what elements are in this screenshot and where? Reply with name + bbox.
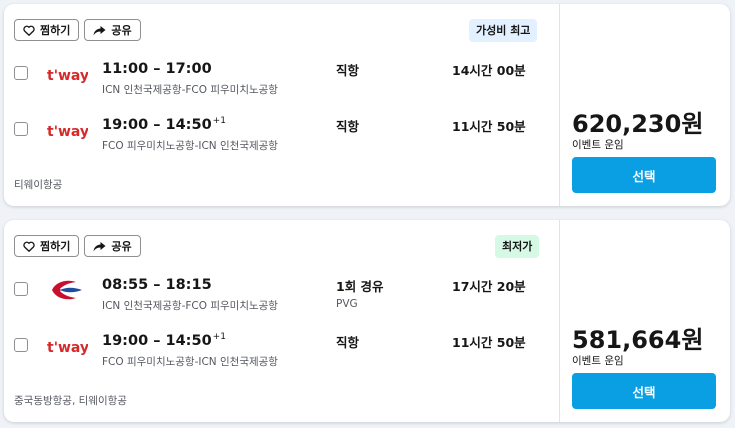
card-divider bbox=[559, 4, 560, 206]
heart-icon bbox=[23, 25, 35, 36]
operating-airlines: 중국동방항공, 티웨이항공 bbox=[14, 395, 127, 407]
fare-type: 이벤트 운임 bbox=[572, 139, 624, 151]
leg-checkbox[interactable] bbox=[14, 282, 28, 296]
flight-route: ICN 인천국제공항-FCO 피우미치노공항 bbox=[102, 84, 278, 96]
share-button[interactable]: 공유 bbox=[84, 19, 141, 41]
svg-text:t'way: t'way bbox=[47, 124, 88, 140]
card-actions: 찜하기 공유 bbox=[14, 19, 141, 41]
flight-times: 19:00 – 14:50+1 bbox=[102, 116, 226, 133]
china-eastern-logo bbox=[46, 278, 88, 302]
outbound-leg: 08:55 – 18:15 ICN 인천국제공항-FCO 피우미치노공항 1회 … bbox=[4, 270, 559, 314]
share-label: 공유 bbox=[111, 240, 132, 253]
layover-airport: PVG bbox=[336, 298, 358, 310]
leg-checkbox[interactable] bbox=[14, 338, 28, 352]
flight-duration: 14시간 00분 bbox=[452, 63, 526, 78]
card-divider bbox=[559, 220, 560, 422]
return-leg: t'way 19:00 – 14:50+1 FCO 피우미치노공항-ICN 인천… bbox=[4, 326, 559, 370]
fare-type: 이벤트 운임 bbox=[572, 355, 624, 367]
flight-route: FCO 피우미치노공항-ICN 인천국제공항 bbox=[102, 356, 278, 368]
flight-duration: 11시간 50분 bbox=[452, 335, 526, 350]
select-button[interactable]: 선택 bbox=[572, 373, 716, 409]
favorite-label: 찜하기 bbox=[40, 24, 71, 37]
flight-duration: 17시간 20분 bbox=[452, 279, 526, 294]
flight-result-card: 찜하기 공유 가성비 최고 t'way 11:00 – 17:00 ICN 인천… bbox=[4, 4, 730, 206]
flight-times: 11:00 – 17:00 bbox=[102, 60, 212, 77]
flight-result-card: 찜하기 공유 최저가 08:55 – 18:15 ICN 인천국제공항-FCO … bbox=[4, 220, 730, 422]
tway-logo: t'way bbox=[46, 334, 89, 358]
value-badge: 가성비 최고 bbox=[469, 19, 538, 42]
select-button[interactable]: 선택 bbox=[572, 157, 716, 193]
leg-checkbox[interactable] bbox=[14, 66, 28, 80]
stops-info: 1회 경유 bbox=[336, 279, 384, 294]
stops-info: 직항 bbox=[336, 335, 360, 350]
flight-route: FCO 피우미치노공항-ICN 인천국제공항 bbox=[102, 140, 278, 152]
favorite-button[interactable]: 찜하기 bbox=[14, 235, 80, 257]
price: 581,664원 bbox=[572, 326, 704, 354]
card-actions: 찜하기 공유 bbox=[14, 235, 141, 257]
svg-text:t'way: t'way bbox=[47, 68, 88, 84]
flight-route: ICN 인천국제공항-FCO 피우미치노공항 bbox=[102, 300, 278, 312]
cheapest-badge: 최저가 bbox=[495, 235, 540, 258]
leg-checkbox[interactable] bbox=[14, 122, 28, 136]
flight-times: 08:55 – 18:15 bbox=[102, 276, 212, 293]
share-label: 공유 bbox=[111, 24, 132, 37]
operating-airlines: 티웨이항공 bbox=[14, 179, 63, 191]
stops-info: 직항 bbox=[336, 119, 360, 134]
share-button[interactable]: 공유 bbox=[84, 235, 141, 257]
flight-times: 19:00 – 14:50+1 bbox=[102, 332, 226, 349]
outbound-leg: t'way 11:00 – 17:00 ICN 인천국제공항-FCO 피우미치노… bbox=[4, 54, 559, 98]
price: 620,230원 bbox=[572, 110, 704, 138]
svg-text:t'way: t'way bbox=[47, 340, 88, 356]
tway-logo: t'way bbox=[46, 62, 89, 86]
share-arrow-icon bbox=[93, 25, 106, 36]
favorite-button[interactable]: 찜하기 bbox=[14, 19, 80, 41]
share-arrow-icon bbox=[93, 241, 106, 252]
favorite-label: 찜하기 bbox=[40, 240, 71, 253]
flight-duration: 11시간 50분 bbox=[452, 119, 526, 134]
tway-logo: t'way bbox=[46, 118, 89, 142]
stops-info: 직항 bbox=[336, 63, 360, 78]
heart-icon bbox=[23, 241, 35, 252]
return-leg: t'way 19:00 – 14:50+1 FCO 피우미치노공항-ICN 인천… bbox=[4, 110, 559, 154]
